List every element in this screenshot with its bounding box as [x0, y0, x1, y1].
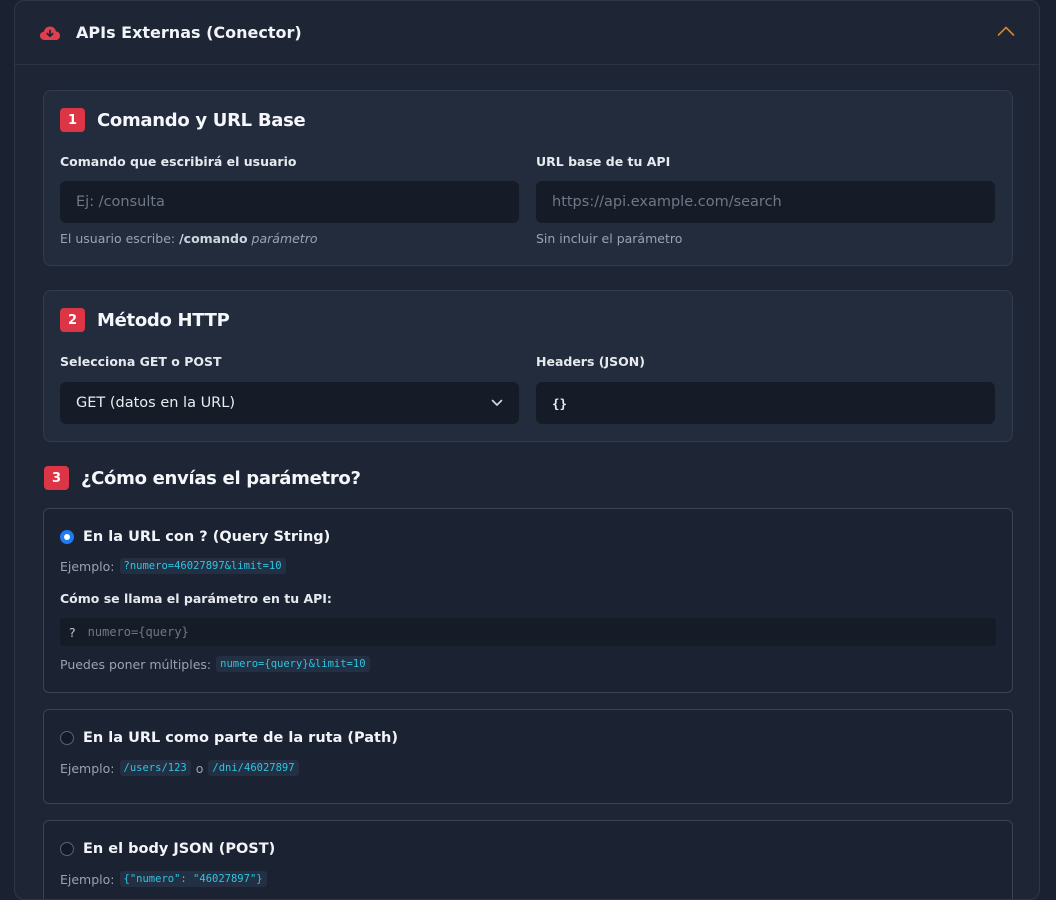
step-3-heading: 3 ¿Cómo envías el parámetro? — [44, 466, 361, 490]
step-badge: 1 — [60, 108, 85, 132]
chevron-up-icon[interactable] — [997, 25, 1015, 37]
example-code: /users/123 — [119, 760, 191, 776]
option-label: En el body JSON (POST) — [83, 841, 276, 857]
param-name-input[interactable] — [85, 624, 996, 640]
step-title: Comando y URL Base — [97, 109, 306, 131]
url-helper: Sin incluir el parámetro — [536, 231, 683, 246]
radio-path[interactable] — [60, 731, 74, 745]
param-prefix: ? — [69, 624, 76, 640]
step-title: Método HTTP — [97, 309, 230, 331]
http-method-select[interactable]: GET (datos en la URL) — [60, 382, 519, 424]
step-badge: 3 — [44, 466, 69, 490]
radio-row[interactable]: En la URL con ? (Query String) — [60, 529, 330, 545]
example-code: /dni/46027897 — [208, 760, 299, 776]
param-name-input-group[interactable]: ? — [60, 618, 996, 646]
param-name-label: Cómo se llama el parámetro en tu API: — [60, 591, 332, 606]
step-title: ¿Cómo envías el parámetro? — [81, 467, 361, 489]
option-label: En la URL con ? (Query String) — [83, 529, 331, 545]
command-input[interactable] — [60, 181, 519, 223]
url-label: URL base de tu API — [536, 154, 671, 169]
headers-json-input[interactable]: {} — [536, 382, 995, 424]
external-apis-panel: APIs Externas (Conector) 1 Comando y URL… — [14, 0, 1040, 900]
radio-body-json[interactable] — [60, 842, 74, 856]
method-selected-value: GET (datos en la URL) — [76, 395, 235, 411]
step-2-heading: 2 Método HTTP — [60, 308, 230, 332]
command-label: Comando que escribirá el usuario — [60, 154, 297, 169]
chevron-down-icon — [491, 395, 503, 411]
example-code: ?numero=46027897&limit=10 — [119, 558, 286, 574]
command-helper: El usuario escribe: /comando parámetro — [60, 231, 318, 246]
option-query-string[interactable]: En la URL con ? (Query String) Ejemplo: … — [43, 508, 1013, 693]
multi-param-code: numero={query}&limit=10 — [216, 656, 370, 672]
option-path[interactable]: En la URL como parte de la ruta (Path) E… — [43, 709, 1013, 804]
headers-value: {} — [552, 395, 568, 411]
panel-header[interactable]: APIs Externas (Conector) — [15, 1, 1039, 65]
headers-label: Headers (JSON) — [536, 354, 645, 369]
step-2-card: 2 Método HTTP Selecciona GET o POST GET … — [43, 290, 1013, 442]
multi-param-hint: Puedes poner múltiples: numero={query}&l… — [60, 656, 370, 672]
example-row: Ejemplo: ?numero=46027897&limit=10 — [60, 558, 286, 574]
option-body-json[interactable]: En el body JSON (POST) Ejemplo: {"numero… — [43, 820, 1013, 899]
cloud-download-icon — [39, 25, 61, 41]
option-label: En la URL como parte de la ruta (Path) — [83, 730, 398, 746]
radio-row[interactable]: En el body JSON (POST) — [60, 841, 275, 857]
radio-query-string[interactable] — [60, 530, 74, 544]
base-url-input[interactable] — [536, 181, 995, 223]
step-badge: 2 — [60, 308, 85, 332]
example-row: Ejemplo: /users/123 o /dni/46027897 — [60, 760, 299, 776]
step-1-heading: 1 Comando y URL Base — [60, 108, 306, 132]
step-1-card: 1 Comando y URL Base Comando que escribi… — [43, 90, 1013, 266]
method-label: Selecciona GET o POST — [60, 354, 222, 369]
panel-title: APIs Externas (Conector) — [76, 23, 302, 42]
radio-row[interactable]: En la URL como parte de la ruta (Path) — [60, 730, 398, 746]
